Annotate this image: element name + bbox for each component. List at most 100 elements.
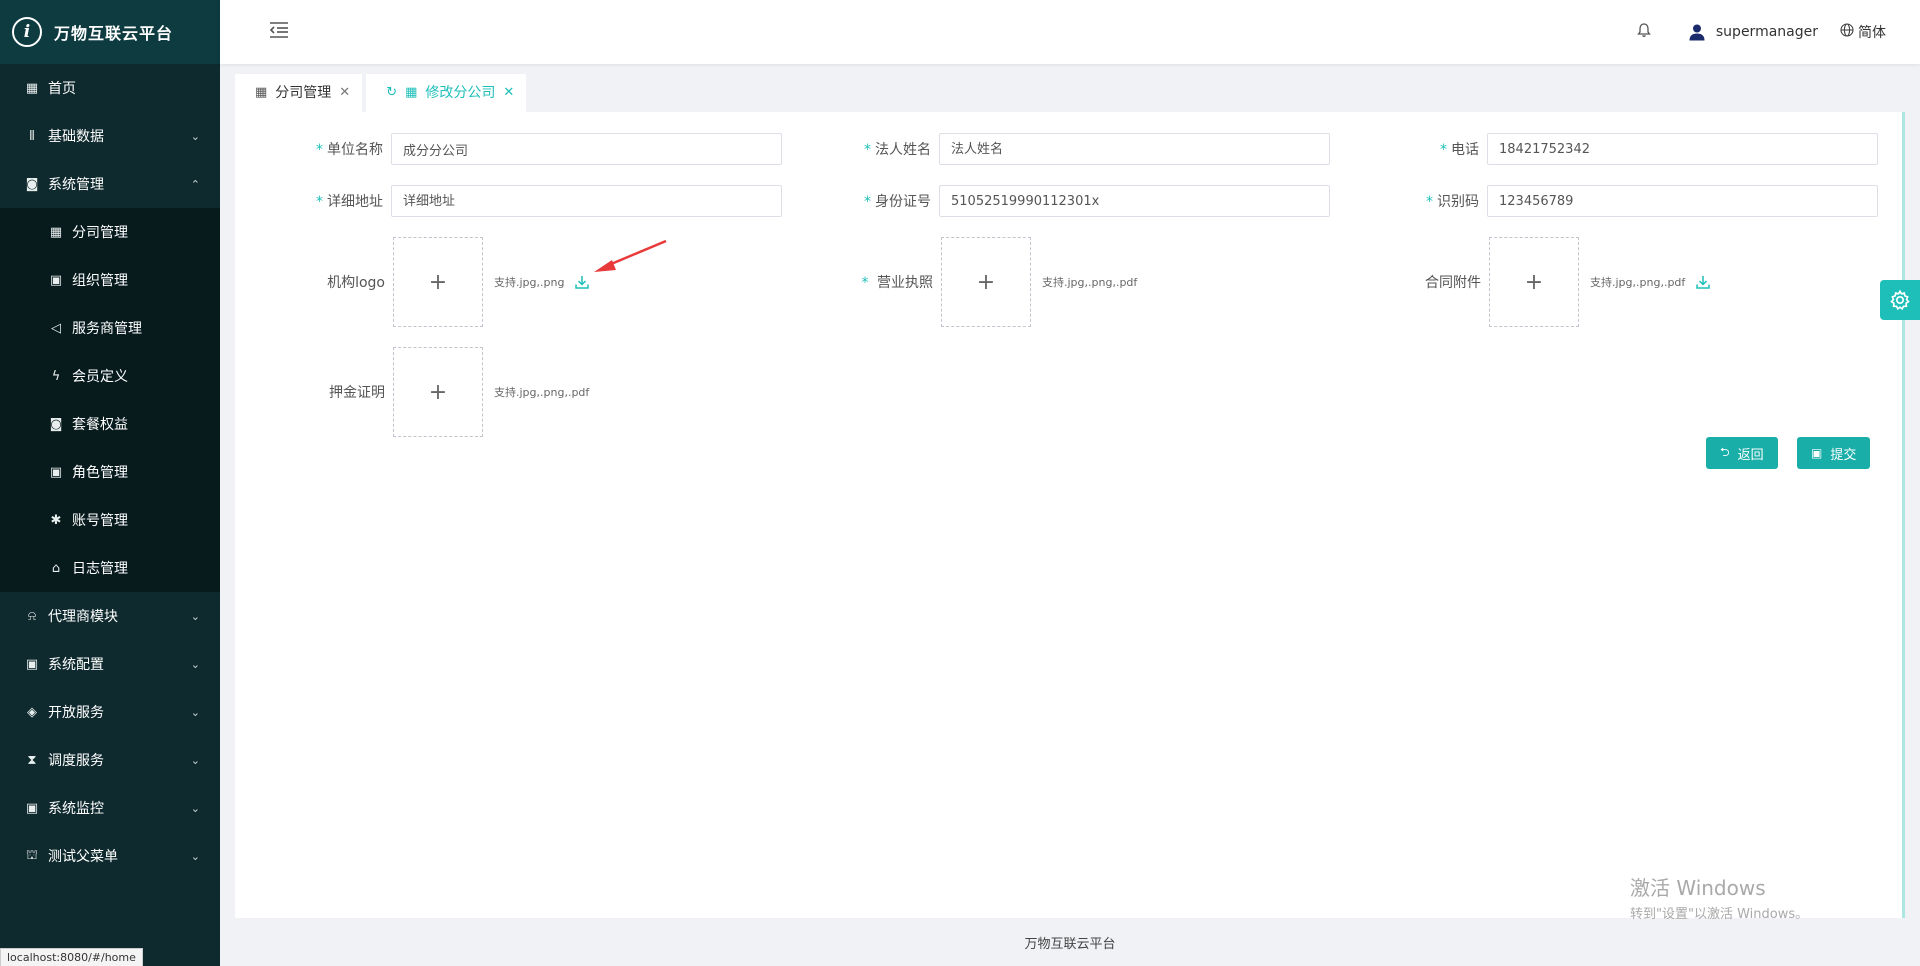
id-card-input[interactable] [939,185,1330,217]
sidebar-item-label: 账号管理 [72,513,128,529]
sidebar-item-0[interactable]: ▦ 首页 [0,64,220,112]
company-name-label: 单位名称 [327,142,383,158]
bank-icon: ⛫ [26,847,38,863]
sidebar-subitem-0[interactable]: ▦ 分司管理 [0,208,220,256]
user-icon [1689,24,1705,41]
plus-icon: + [1524,269,1544,295]
close-icon[interactable]: ✕ [503,85,514,100]
sidebar-subitem-1[interactable]: ▣ 组织管理 [0,256,220,304]
language-switch[interactable]: 简体 [1840,22,1886,42]
phone-input[interactable] [1487,133,1878,165]
plus-icon: + [428,379,448,405]
watermark-line1: 激活 Windows [1630,876,1766,900]
calendar-icon: ▦ [25,80,39,96]
sidebar-item-more-5[interactable]: ⛫ 测试父菜单 ⌄ [0,832,220,880]
contract-upload-box[interactable]: + [1489,237,1579,327]
calendar-icon: ▦ [405,84,418,100]
user-menu[interactable]: supermanager [1688,23,1818,41]
deposit-upload-box[interactable]: + [393,347,483,437]
address-field: * 详细地址 [291,185,782,217]
sidebar-item-label: 系统监控 [48,801,104,817]
sidebar-menu: ▦ 首页 ⦀ 基础数据 ⌄ ◙ 系统管理 ⌃ [0,64,220,208]
page-tabs: ▦ 分司管理 ✕ ↻ ▦ 修改分公司 ✕ [235,74,530,112]
brand[interactable]: i 万物互联云平台 [0,0,220,64]
company-name-input[interactable] [391,133,782,165]
chevron-down-icon: ⌄ [190,753,200,767]
sidebar-item-more-1[interactable]: ▣ 系统配置 ⌄ [0,640,220,688]
legal-person-label: 法人姓名 [875,142,931,158]
sidebar-item-label: 组织管理 [72,273,128,289]
sidebar-subitem-7[interactable]: ⌂ 日志管理 [0,544,220,592]
submit-button[interactable]: ▣ 提交 [1797,437,1871,469]
close-icon[interactable]: ✕ [339,85,350,100]
lightning-icon: ϟ [51,368,61,384]
calendar-icon: ▦ [255,84,268,100]
sidebar-item-2[interactable]: ◙ 系统管理 ⌃ [0,160,220,208]
logo-hint: 支持.jpg,.png [494,276,565,289]
address-label: 详细地址 [327,194,383,210]
refresh-icon[interactable]: ↻ [386,85,397,100]
sidebar-item-label: 分司管理 [72,225,128,241]
menu-fold-icon[interactable] [268,20,290,45]
sidebar-subitem-4[interactable]: ◙ 套餐权益 [0,400,220,448]
deposit-label: 押金证明 [329,385,385,401]
back-button-label: 返回 [1737,447,1764,463]
sidebar-item-more-3[interactable]: ⧗ 调度服务 ⌄ [0,736,220,784]
footer: 万物互联云平台 [220,918,1920,966]
license-upload: * 营业执照 + 支持.jpg,.png,.pdf [839,237,1137,327]
chevron-down-icon: ⌄ [190,801,200,815]
sidebar-item-label: 套餐权益 [72,417,128,433]
sidebar-item-label: 测试父菜单 [48,849,118,865]
settings-gear-button[interactable] [1880,280,1920,320]
bell-icon[interactable] [1636,22,1652,42]
language-label: 简体 [1858,25,1886,41]
sidebar: i 万物互联云平台 ▦ 首页 ⦀ 基础数据 ⌄ ◙ 系统管理 ⌃ ▦ 分司管理 ▣ 组织管理 ◁ 服务商… [0,0,220,966]
sidebar-subitem-3[interactable]: ϟ 会员定义 [0,352,220,400]
sidebar-item-1[interactable]: ⦀ 基础数据 ⌄ [0,112,220,160]
contract-upload: 合同附件 + 支持.jpg,.png,.pdf [1387,237,1711,327]
sidebar-item-label: 代理商模块 [48,609,118,625]
sidebar-subitem-6[interactable]: ✱ 账号管理 [0,496,220,544]
sidebar-item-label: 首页 [48,81,76,97]
legal-person-input[interactable] [939,133,1330,165]
logo-upload-box[interactable]: + [393,237,483,327]
hourglass-icon: ⧗ [27,752,37,768]
tab-edit-branch[interactable]: ↻ ▦ 修改分公司 ✕ [366,74,527,112]
chevron-down-icon: ⌄ [190,129,200,143]
download-icon[interactable] [1695,274,1711,290]
chevron-down-icon: ⌄ [190,609,200,623]
tab-branch-management[interactable]: ▦ 分司管理 ✕ [235,74,363,112]
windows-activation-watermark: 激活 Windows 转到"设置"以激活 Windows。 [1630,872,1808,922]
brand-title: 万物互联云平台 [54,24,174,43]
phone-label: 电话 [1451,142,1479,158]
barcode-icon: ⦀ [29,128,35,144]
code-input[interactable] [1487,185,1878,217]
plus-icon: + [428,269,448,295]
sidebar-item-more-4[interactable]: ▣ 系统监控 ⌄ [0,784,220,832]
bell-icon: ⍾ [27,608,37,624]
sidebar-subitem-2[interactable]: ◁ 服务商管理 [0,304,220,352]
return-icon: ⮌ [1720,444,1730,459]
footer-text: 万物互联云平台 [1024,936,1116,952]
sidebar-item-more-0[interactable]: ⍾ 代理商模块 ⌄ [0,592,220,640]
chevron-up-icon: ⌃ [190,177,200,191]
camera-icon: ◙ [49,416,63,432]
calendar-icon: ▦ [49,224,63,240]
back-button[interactable]: ⮌ 返回 [1706,437,1778,469]
download-icon[interactable] [574,274,590,290]
plus-icon: + [976,269,996,295]
sidebar-submenu: ▦ 分司管理 ▣ 组织管理 ◁ 服务商管理 ϟ 会员定义 ◙ 套餐权益 ▣ 角色管理 ✱ 账号管理 ⌂ 日志管… [0,208,220,592]
logo-label: 机构logo [327,275,385,291]
sidebar-item-label: 系统配置 [48,657,104,673]
header-right: supermanager 简体 [1636,0,1920,64]
address-input[interactable] [391,185,782,217]
sidebar-item-more-2[interactable]: ◈ 开放服务 ⌄ [0,688,220,736]
grid-icon: ▣ [25,800,39,816]
license-hint: 支持.jpg,.png,.pdf [1042,276,1138,289]
sidebar-subitem-5[interactable]: ▣ 角色管理 [0,448,220,496]
code-label: 识别码 [1437,194,1479,210]
info-logo-icon: i [12,17,42,47]
sidebar-item-label: 系统管理 [48,177,104,193]
red-annotation-arrow [594,239,667,272]
license-upload-box[interactable]: + [941,237,1031,327]
